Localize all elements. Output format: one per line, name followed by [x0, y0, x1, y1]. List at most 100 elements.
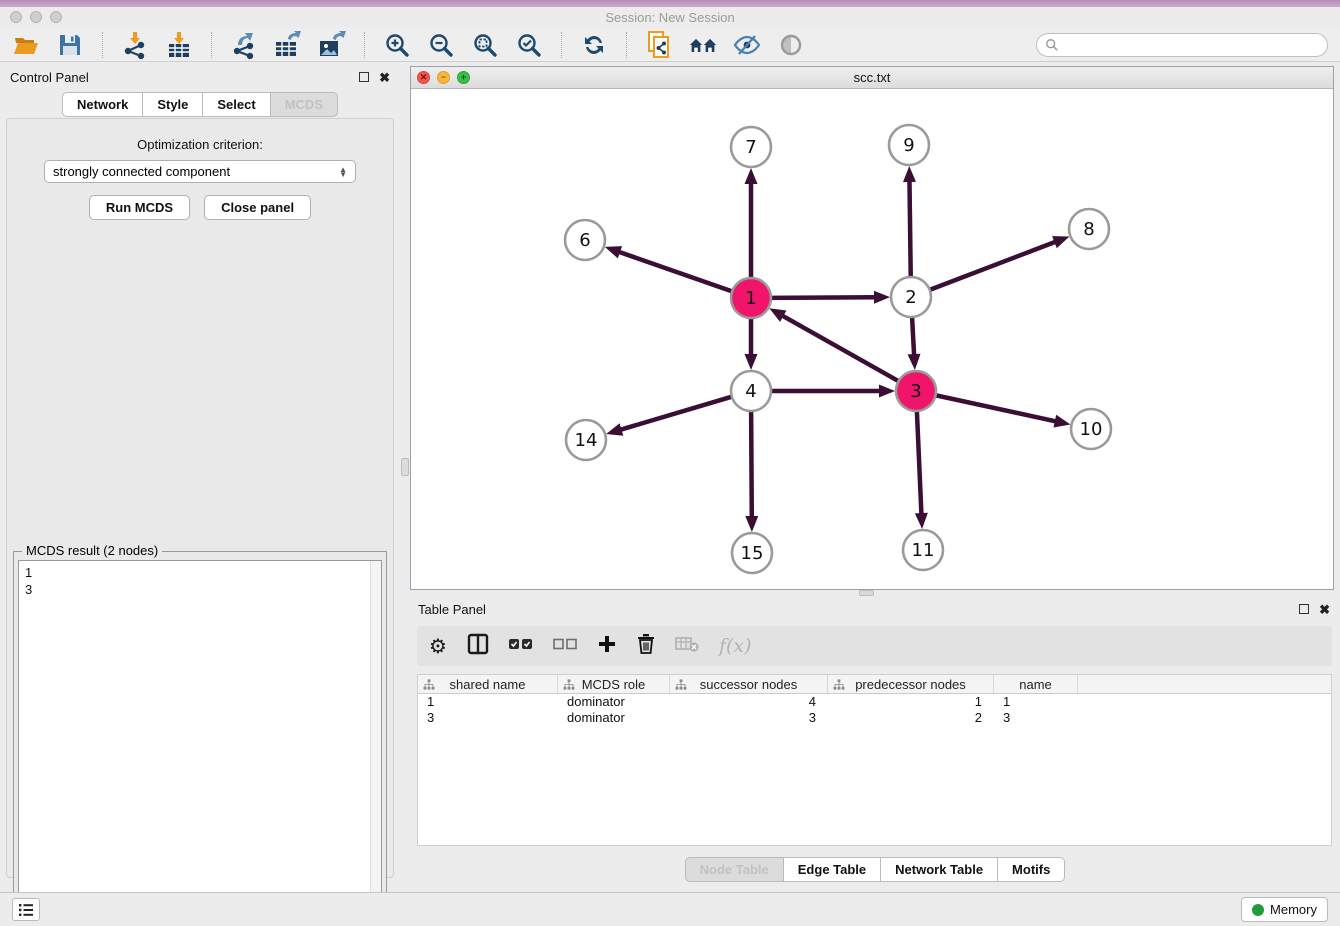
table-body[interactable]: 1dominator4113dominator323 [418, 694, 1331, 726]
save-session-icon[interactable] [56, 31, 84, 59]
toolbar-separator [211, 32, 212, 58]
search-box[interactable] [1036, 33, 1328, 57]
column-header-predecessor-nodes[interactable]: predecessor nodes [828, 675, 994, 693]
zoom-out-icon[interactable] [427, 31, 455, 59]
close-panel-icon[interactable]: ✖ [379, 71, 390, 84]
arrowhead [606, 423, 623, 435]
clone-network-icon[interactable] [645, 31, 673, 59]
style-visibility-icon[interactable] [733, 31, 761, 59]
selected-criterion: strongly connected component [53, 164, 230, 179]
export-network-icon[interactable] [230, 31, 258, 59]
table-row[interactable]: 3dominator323 [418, 710, 1331, 726]
network-canvas[interactable]: 7968124314101511 [411, 89, 1333, 589]
mcds-result-lines: 13 [19, 561, 381, 601]
panel-divider[interactable] [400, 62, 410, 892]
open-session-icon[interactable] [12, 31, 40, 59]
network-maximize-icon[interactable]: + [457, 71, 470, 84]
cell-MCDS-role[interactable]: dominator [558, 694, 670, 710]
tab-mcds[interactable]: MCDS [271, 92, 338, 117]
home-layout-icon[interactable] [689, 31, 717, 59]
network-close-icon[interactable]: ✕ [417, 71, 430, 84]
edge-1-2[interactable] [771, 297, 877, 298]
cell-MCDS-role[interactable]: dominator [558, 710, 670, 726]
cell-predecessor-nodes[interactable]: 2 [828, 710, 994, 726]
edge-3-1[interactable] [781, 315, 899, 381]
close-table-panel-icon[interactable]: ✖ [1319, 603, 1330, 616]
cell-name[interactable]: 3 [994, 710, 1078, 726]
task-history-button[interactable] [12, 898, 40, 921]
zoom-in-icon[interactable] [383, 31, 411, 59]
cell-shared-name[interactable]: 1 [418, 694, 558, 710]
add-column-icon[interactable] [597, 634, 617, 659]
column-header-successor-nodes[interactable]: successor nodes [670, 675, 828, 693]
float-table-panel-icon[interactable] [1299, 604, 1309, 614]
deselect-all-checks-icon[interactable] [553, 637, 577, 655]
export-table-icon[interactable] [274, 31, 302, 59]
edge-2-3[interactable] [912, 317, 914, 357]
function-builder-icon[interactable]: f(x) [719, 635, 752, 657]
edge-2-9[interactable] [909, 179, 910, 277]
table-header-row[interactable]: shared nameMCDS rolesuccessor nodesprede… [418, 675, 1331, 694]
node-table[interactable]: shared nameMCDS rolesuccessor nodesprede… [417, 674, 1332, 846]
memory-label: Memory [1270, 902, 1317, 917]
edge-2-8[interactable] [930, 241, 1058, 290]
cell-predecessor-nodes[interactable]: 1 [828, 694, 994, 710]
float-panel-icon[interactable] [359, 72, 369, 82]
network-window-titlebar[interactable]: ✕ − + scc.txt [411, 67, 1333, 89]
cell-shared-name[interactable]: 3 [418, 710, 558, 726]
search-input[interactable] [1059, 35, 1327, 55]
close-window-button[interactable] [10, 11, 22, 23]
edge-3-10[interactable] [936, 395, 1058, 422]
desktop-edge [0, 0, 1340, 7]
table-row[interactable]: 1dominator411 [418, 694, 1331, 710]
status-bar: Memory [0, 892, 1340, 926]
tab-edge-table[interactable]: Edge Table [784, 857, 881, 882]
memory-button[interactable]: Memory [1241, 897, 1328, 922]
arrowhead [745, 516, 758, 532]
tab-motifs[interactable]: Motifs [998, 857, 1065, 882]
tab-node-table[interactable]: Node Table [685, 857, 784, 882]
toolbar-separator [626, 32, 627, 58]
window-traffic-lights[interactable] [10, 11, 62, 23]
edge-4-15[interactable] [751, 411, 752, 519]
column-header-shared-name[interactable]: shared name [418, 675, 558, 693]
control-panel-title: Control Panel [10, 70, 89, 85]
zoom-window-button[interactable] [50, 11, 62, 23]
run-mcds-button[interactable]: Run MCDS [89, 195, 190, 220]
arrowhead [879, 385, 895, 398]
edge-1-6[interactable] [617, 251, 732, 291]
tab-network-table[interactable]: Network Table [881, 857, 998, 882]
zoom-fit-icon[interactable] [471, 31, 499, 59]
zoom-selected-icon[interactable] [515, 31, 543, 59]
divider-grip[interactable] [401, 458, 409, 476]
import-network-icon[interactable] [121, 31, 149, 59]
column-header-name[interactable]: name [994, 675, 1078, 693]
refresh-view-icon[interactable] [580, 31, 608, 59]
delete-table-icon[interactable] [675, 635, 699, 658]
delete-column-icon[interactable] [637, 633, 655, 659]
node-label-14: 14 [575, 430, 598, 451]
minimize-window-button[interactable] [30, 11, 42, 23]
select-all-checks-icon[interactable] [509, 637, 533, 655]
close-panel-button[interactable]: Close panel [204, 195, 311, 220]
arrowhead [605, 246, 622, 258]
settings-gear-icon[interactable]: ⚙ [429, 636, 447, 656]
optimization-criterion-select[interactable]: strongly connected component ▲▼ [44, 160, 356, 183]
edge-4-14[interactable] [619, 397, 732, 431]
edge-3-11[interactable] [917, 411, 922, 516]
toggle-columns-icon[interactable] [467, 633, 489, 660]
import-table-icon[interactable] [165, 31, 193, 59]
tab-network[interactable]: Network [62, 92, 143, 117]
cell-name[interactable]: 1 [994, 694, 1078, 710]
mcds-result-list[interactable]: 13 [18, 560, 382, 921]
column-header-MCDS-role[interactable]: MCDS role [558, 675, 670, 693]
result-scrollbar[interactable] [370, 561, 381, 920]
cell-successor-nodes[interactable]: 4 [670, 694, 828, 710]
cell-successor-nodes[interactable]: 3 [670, 710, 828, 726]
tab-select[interactable]: Select [203, 92, 270, 117]
mcds-result-title: MCDS result (2 nodes) [22, 543, 162, 558]
network-minimize-icon[interactable]: − [437, 71, 450, 84]
preview-eye-icon[interactable] [777, 31, 805, 59]
tab-style[interactable]: Style [143, 92, 203, 117]
export-image-icon[interactable] [318, 31, 346, 59]
